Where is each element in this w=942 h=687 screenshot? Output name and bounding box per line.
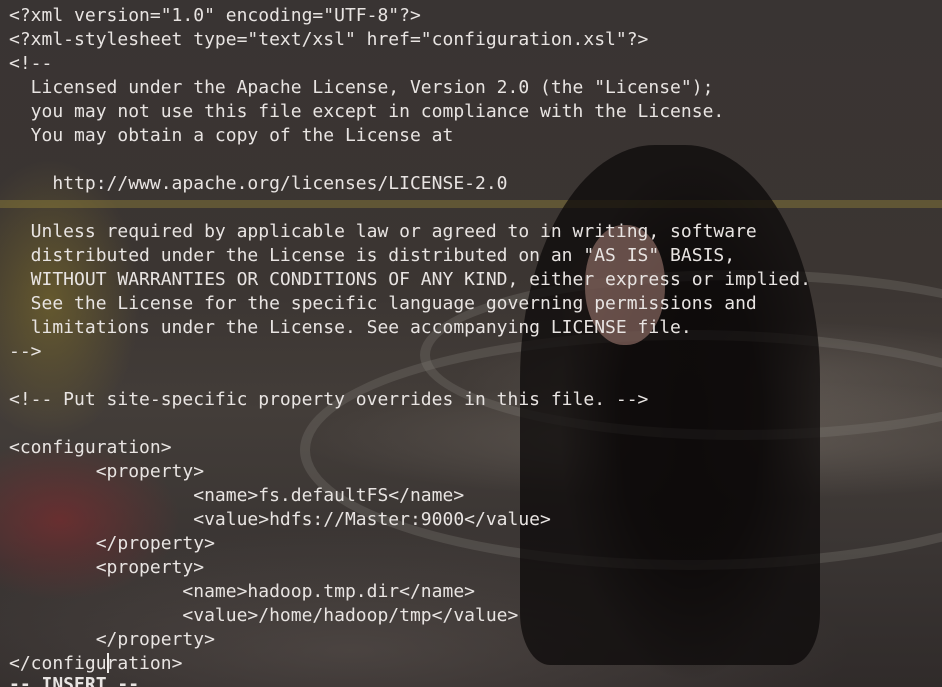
editor-line[interactable]: <?xml version="1.0" encoding="UTF-8"?> xyxy=(9,4,942,28)
editor-line[interactable]: </property> xyxy=(9,628,942,652)
editor-line[interactable]: <value>/home/hadoop/tmp</value> xyxy=(9,604,942,628)
editor-line[interactable]: <value>hdfs://Master:9000</value> xyxy=(9,508,942,532)
editor-line[interactable] xyxy=(9,364,942,388)
editor-line[interactable] xyxy=(9,196,942,220)
editor-line[interactable]: Licensed under the Apache License, Versi… xyxy=(9,76,942,100)
editor-line[interactable]: See the License for the specific languag… xyxy=(9,292,942,316)
text-cursor xyxy=(106,653,109,673)
editor-mode-indicator: -- INSERT -- xyxy=(9,674,140,687)
editor-line[interactable]: <?xml-stylesheet type="text/xsl" href="c… xyxy=(9,28,942,52)
editor-line[interactable]: <!-- Put site-specific property override… xyxy=(9,388,942,412)
terminal-window[interactable]: <?xml version="1.0" encoding="UTF-8"?> <?… xyxy=(0,0,942,687)
editor-line[interactable]: </configuration> xyxy=(9,652,942,676)
editor-line[interactable]: limitations under the License. See accom… xyxy=(9,316,942,340)
editor-line[interactable]: <property> xyxy=(9,460,942,484)
editor-line[interactable] xyxy=(9,412,942,436)
editor-line[interactable]: Unless required by applicable law or agr… xyxy=(9,220,942,244)
editor-line[interactable] xyxy=(9,148,942,172)
editor-line[interactable]: --> xyxy=(9,340,942,364)
editor-buffer[interactable]: <?xml version="1.0" encoding="UTF-8"?> <?… xyxy=(9,4,942,676)
editor-line[interactable]: WITHOUT WARRANTIES OR CONDITIONS OF ANY … xyxy=(9,268,942,292)
editor-line[interactable]: distributed under the License is distrib… xyxy=(9,244,942,268)
editor-line[interactable]: <property> xyxy=(9,556,942,580)
editor-line[interactable]: You may obtain a copy of the License at xyxy=(9,124,942,148)
editor-line[interactable]: http://www.apache.org/licenses/LICENSE-2… xyxy=(9,172,942,196)
editor-line[interactable]: <configuration> xyxy=(9,436,942,460)
editor-line[interactable]: <name>fs.defaultFS</name> xyxy=(9,484,942,508)
editor-line[interactable]: <!-- xyxy=(9,52,942,76)
editor-line[interactable]: you may not use this file except in comp… xyxy=(9,100,942,124)
editor-line[interactable]: <name>hadoop.tmp.dir</name> xyxy=(9,580,942,604)
editor-line[interactable]: </property> xyxy=(9,532,942,556)
